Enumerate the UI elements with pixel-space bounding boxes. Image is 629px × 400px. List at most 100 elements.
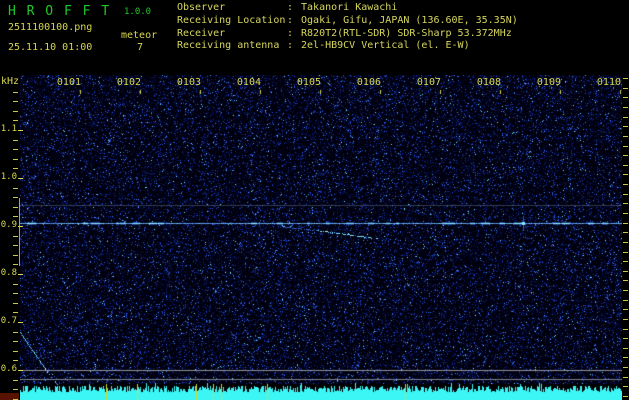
spectrogram-canvas [20,75,622,400]
y-tick-right [623,184,628,185]
y-tick-minor [13,332,18,333]
y-tick-minor [13,255,18,256]
info-row-label: Receiving antenna [177,40,280,52]
y-tick-label: 0.8 [0,268,17,278]
y-tick-minor [13,101,18,102]
y-tick-minor [13,216,18,217]
y-tick-minor [13,149,18,150]
y-tick-right [623,271,628,272]
y-tick-major [18,130,23,131]
y-tick-minor [13,159,18,160]
y-tick-right [623,213,628,214]
y-tick-minor [13,140,18,141]
info-row-label: Observer [177,2,226,13]
info-row-value: R820T2(RTL-SDR) SDR-Sharp 53.372MHz [295,27,512,39]
y-tick-label: 0.9 [0,220,17,230]
x-tick-label: 0108 [476,77,501,88]
y-tick-right [623,155,628,156]
x-tick-label: 0106 [356,77,381,88]
y-tick-right [623,319,628,320]
y-tick-right [623,348,628,349]
y-tick-minor [13,284,18,285]
y-tick-minor [13,389,18,390]
y-tick-right [623,252,628,253]
y-tick-right [623,367,628,368]
y-tick-right [623,280,628,281]
app-title: H R O F F T [8,4,111,19]
y-tick-right [623,223,628,224]
y-tick-minor [13,245,18,246]
y-tick-minor [13,341,18,342]
y-tick-label: 0.7 [0,316,17,326]
y-tick-minor [13,236,18,237]
info-row-label: Receiver [177,27,226,39]
y-tick-right [623,261,628,262]
y-tick-label: 1.0 [0,172,17,182]
y-tick-minor [13,360,18,361]
y-tick-right [623,97,628,98]
x-tick-label: 0101 [56,77,81,88]
y-tick-label: 1.1 [0,124,17,134]
info-row-colon: : [287,27,294,39]
y-tick-major [18,178,23,179]
y-tick-minor [13,312,18,313]
observer-info-block: Observer: Takanori Kawachi Receiving Loca… [177,2,518,53]
info-row: Observer: Takanori Kawachi [177,2,518,15]
y-axis-unit-label: kHz [1,76,20,87]
y-tick-right [623,78,628,79]
x-tick-label: 0104 [236,77,261,88]
info-row: Receiving antenna: 2el-HB9CV Vertical (e… [177,40,518,53]
y-tick-right [623,126,628,127]
info-row-colon: : [287,40,294,52]
y-tick-right [623,107,628,108]
y-tick-right [623,242,628,243]
y-tick-right [623,174,628,175]
x-tick-label: 0107 [416,77,441,88]
y-tick-minor [13,264,18,265]
x-tick-label: 0109 [536,77,561,88]
info-row: Receiving Location: Ogaki, Gifu, JAPAN (… [177,15,518,28]
y-tick-right [623,386,628,387]
y-tick-minor [13,351,18,352]
output-filename: 2511100100.png [8,22,93,33]
detection-band-bar [19,198,20,266]
y-tick-right [623,290,628,291]
y-tick-minor [13,303,18,304]
info-row: Receiver: R820T2(RTL-SDR) SDR-Sharp 53.3… [177,28,518,41]
y-tick-right [623,377,628,378]
y-tick-minor [13,207,18,208]
hrofft-window: H R O F F T 1.0.0 2511100100.png meteor … [0,0,629,400]
datetime-label: 25.11.10 01:00 [8,42,93,53]
y-tick-minor [13,120,18,121]
x-tick-label: 0103 [176,77,201,88]
y-tick-right [623,203,628,204]
x-tick-label: 0105 [296,77,321,88]
meteor-event-count: 7 [136,42,144,53]
y-tick-right [623,194,628,195]
y-tick-label: 0.6 [0,364,17,374]
y-tick-minor [13,197,18,198]
info-row-value: 2el-HB9CV Vertical (el. E-W) [295,40,470,52]
y-tick-right [623,300,628,301]
x-tick-label: 0110 [596,77,621,88]
y-tick-right [623,309,628,310]
y-tick-major [18,274,23,275]
y-tick-minor [13,380,18,381]
y-tick-major [18,370,23,371]
y-tick-major [18,226,23,227]
y-tick-minor [13,111,18,112]
info-row-value: Ogaki, Gifu, JAPAN (136.60E, 35.35N) [295,14,518,26]
y-tick-right [623,165,628,166]
y-tick-right [623,232,628,233]
info-row-value: Takanori Kawachi [295,2,398,13]
y-tick-minor [13,168,18,169]
x-tick-label: 0102 [116,77,141,88]
info-row-colon: : [287,14,294,26]
y-tick-right [623,338,628,339]
app-version: 1.0.0 [124,7,152,17]
y-tick-right [623,357,628,358]
info-row-label: Receiving Location [177,14,286,26]
y-tick-minor [13,188,18,189]
info-row-colon: : [287,2,294,13]
mode-label: meteor [121,30,158,41]
